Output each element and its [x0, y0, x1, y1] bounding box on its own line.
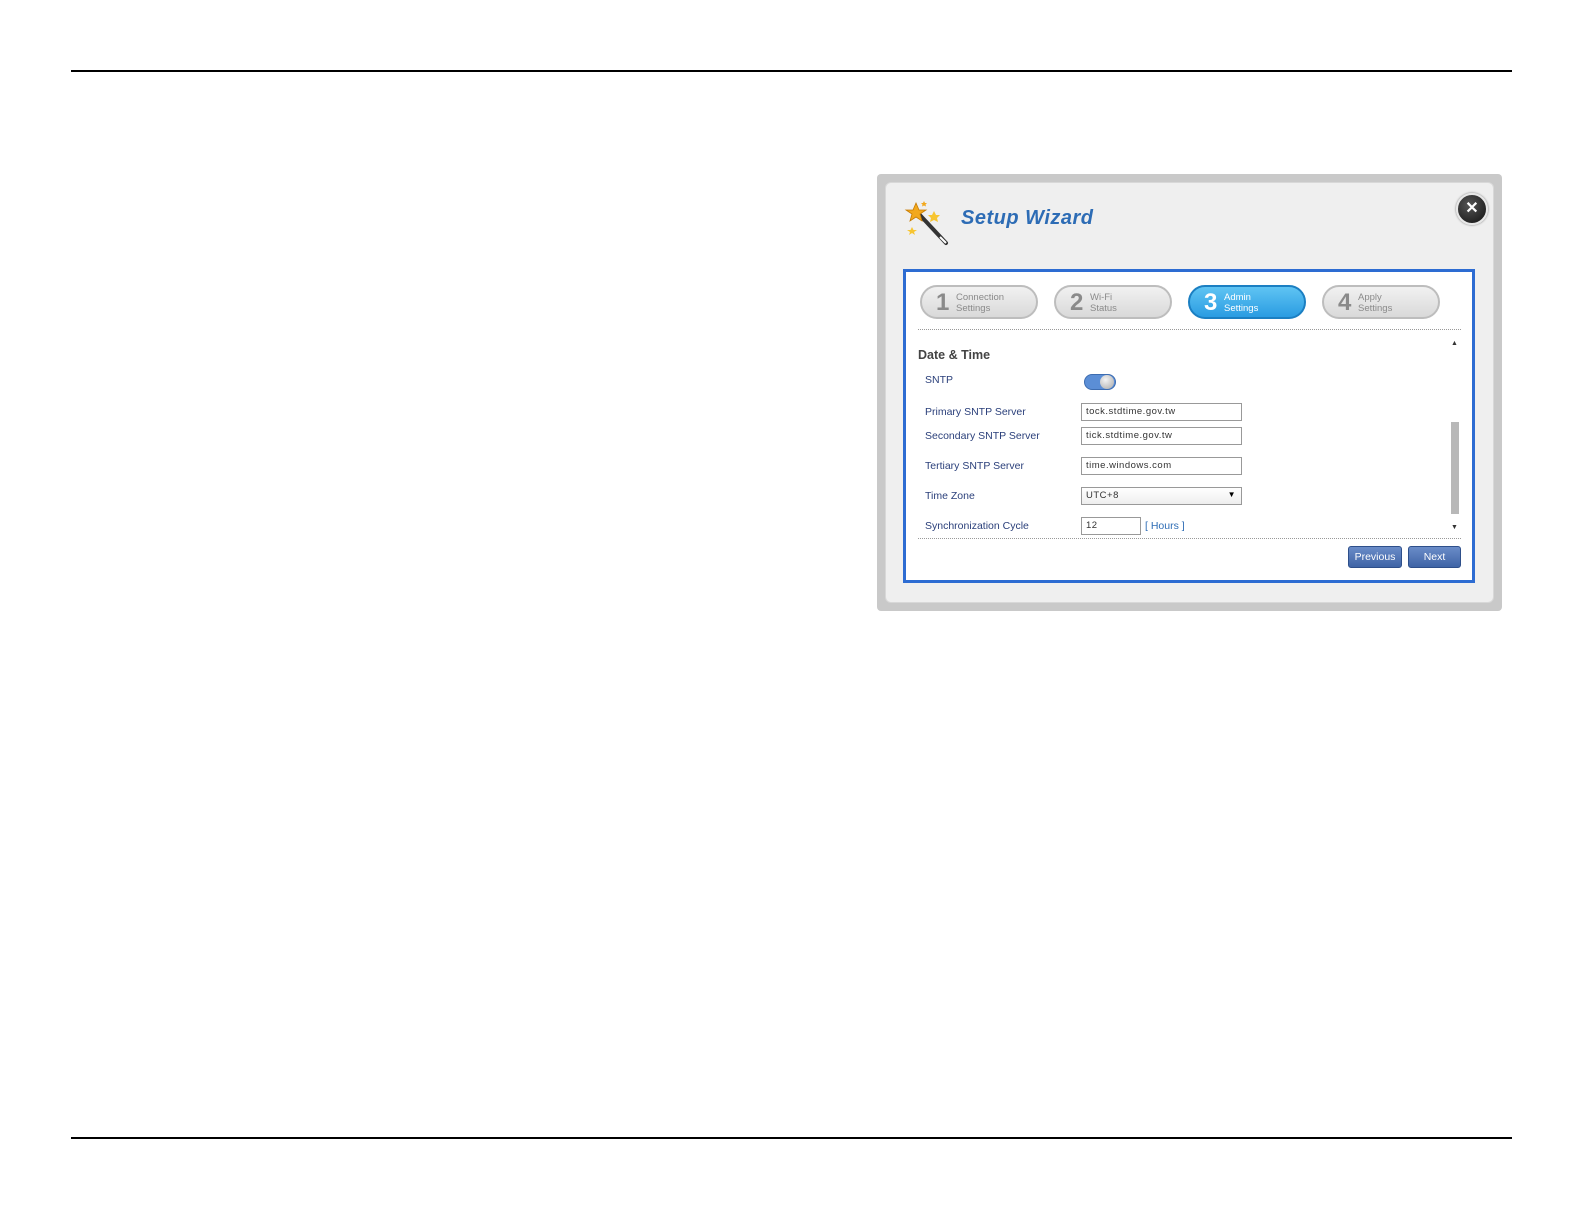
content-scrollbar[interactable]: ▲ ▼	[1449, 340, 1461, 534]
wizard-title: Setup Wizard	[961, 207, 1094, 229]
tertiary-sntp-label: Tertiary SNTP Server	[925, 460, 1024, 472]
step-apply-settings[interactable]: 4 Apply Settings	[1322, 285, 1440, 319]
toggle-knob	[1100, 375, 1114, 389]
primary-sntp-label: Primary SNTP Server	[925, 406, 1026, 418]
step-number: 4	[1338, 289, 1352, 316]
sync-cycle-input[interactable]: 12	[1081, 517, 1141, 535]
setup-wizard-window: Setup Wizard ✕ 1 Connection Settings 2 Wi…	[877, 174, 1502, 611]
wizard-panel: 1 Connection Settings 2 Wi-Fi Status 3 Adm…	[903, 269, 1475, 583]
section-title: Date & Time	[918, 348, 991, 362]
time-zone-select[interactable]: UTC+8 ▼	[1081, 487, 1242, 505]
top-rule	[71, 70, 1512, 72]
scroll-down-icon[interactable]: ▼	[1451, 524, 1458, 531]
step-indicator: 1 Connection Settings 2 Wi-Fi Status 3 Adm…	[920, 285, 1460, 325]
date-time-section: Date & Time SNTP Primary SNTP Server toc…	[918, 334, 1448, 535]
step-wifi-status[interactable]: 2 Wi-Fi Status	[1054, 285, 1172, 319]
step-number: 1	[936, 289, 950, 316]
step-admin-settings[interactable]: 3 Admin Settings	[1188, 285, 1306, 319]
close-icon[interactable]: ✕	[1456, 193, 1488, 225]
setup-wizard-dialog: Setup Wizard ✕ 1 Connection Settings 2 Wi…	[885, 182, 1494, 603]
step-label: Wi-Fi Status	[1090, 292, 1117, 314]
magic-wand-icon	[904, 201, 948, 245]
scroll-up-icon[interactable]: ▲	[1451, 340, 1458, 347]
dropdown-arrow-icon: ▼	[1227, 490, 1236, 499]
secondary-sntp-label: Secondary SNTP Server	[925, 430, 1040, 442]
previous-button[interactable]: Previous	[1348, 546, 1402, 568]
secondary-sntp-input[interactable]: tick.stdtime.gov.tw	[1081, 427, 1242, 445]
primary-sntp-input[interactable]: tock.stdtime.gov.tw	[1081, 403, 1242, 421]
step-number: 2	[1070, 289, 1084, 316]
step-label: Apply Settings	[1358, 292, 1393, 314]
time-zone-label: Time Zone	[925, 490, 975, 502]
scroll-thumb[interactable]	[1451, 422, 1459, 514]
divider	[918, 538, 1461, 539]
next-button[interactable]: Next	[1408, 546, 1461, 568]
step-connection-settings[interactable]: 1 Connection Settings	[920, 285, 1038, 319]
sntp-label: SNTP	[925, 374, 954, 386]
sntp-toggle[interactable]	[1084, 374, 1116, 390]
time-zone-value: UTC+8	[1086, 490, 1119, 501]
step-label: Connection Settings	[956, 292, 1005, 314]
step-label: Admin Settings	[1224, 292, 1259, 314]
sync-cycle-label: Synchronization Cycle	[925, 520, 1029, 532]
divider	[918, 329, 1461, 330]
bottom-rule	[71, 1137, 1512, 1139]
sync-cycle-unit: [ Hours ]	[1145, 520, 1185, 532]
tertiary-sntp-input[interactable]: time.windows.com	[1081, 457, 1242, 475]
step-number: 3	[1204, 289, 1218, 316]
